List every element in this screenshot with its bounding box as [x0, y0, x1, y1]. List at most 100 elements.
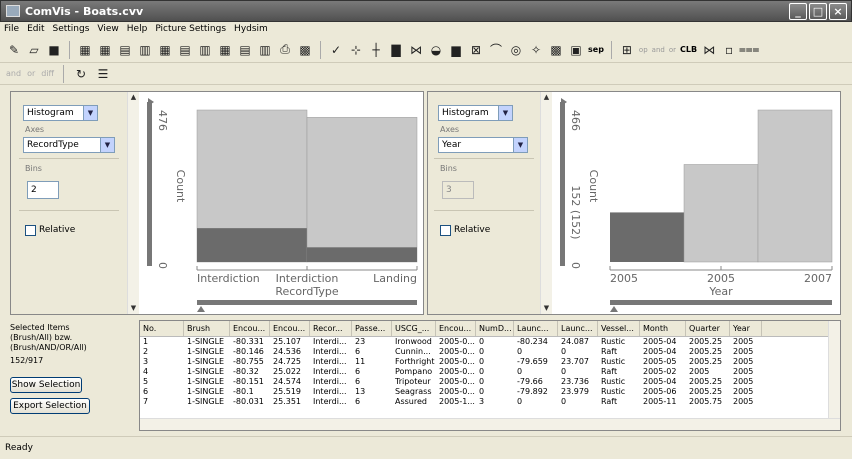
bar-chart-icon[interactable]: ▆: [448, 42, 464, 58]
check-icon[interactable]: ✓: [328, 42, 344, 58]
table-row[interactable]: 3 1-SINGLE -80.755 24.725 Interdi... 11 Forthr…: [140, 357, 840, 367]
diff-op-button[interactable]: diff: [41, 69, 54, 78]
bar-selected: [307, 247, 417, 262]
y-tick-label: 0: [569, 262, 582, 269]
column-header[interactable]: Launc...: [514, 321, 558, 336]
op-button[interactable]: op: [639, 46, 648, 54]
table-row[interactable]: 7 1-SINGLE -80.031 25.351 Interdi... 6 Assured…: [140, 397, 840, 407]
x-axis-label: Year: [708, 285, 733, 298]
axis-icon[interactable]: ┼: [368, 42, 384, 58]
axes-select[interactable]: Year ▼: [438, 137, 528, 153]
column-header[interactable]: Month: [640, 321, 686, 336]
curve-icon[interactable]: ◒: [428, 42, 444, 58]
table-cell: 25.022: [273, 367, 301, 376]
menu-edit[interactable]: Edit: [27, 24, 44, 34]
layout-icon[interactable]: ▩: [297, 42, 313, 58]
list-icon[interactable]: ☰: [95, 66, 111, 82]
column-header[interactable]: Passe...: [352, 321, 392, 336]
histogram-icon[interactable]: ▇: [388, 42, 404, 58]
table-cell: 24.574: [273, 377, 301, 386]
table-horizontal-scrollbar[interactable]: [140, 418, 840, 430]
matrix-icon[interactable]: ▣: [568, 42, 584, 58]
menu-settings[interactable]: Settings: [53, 24, 90, 34]
table-row[interactable]: 4 1-SINGLE -80.32 25.022 Interdi... 6 Pompano 2…: [140, 367, 840, 377]
view-grid-icon[interactable]: ▦: [217, 42, 233, 58]
column-header[interactable]: Year: [730, 321, 762, 336]
and-button[interactable]: and: [652, 46, 665, 54]
view-grid-icon[interactable]: ▦: [97, 42, 113, 58]
line-chart-icon[interactable]: ⌒: [488, 42, 504, 58]
refresh-icon[interactable]: ↻: [73, 66, 89, 82]
view-grid-icon[interactable]: ▥: [137, 42, 153, 58]
chevron-down-icon: ▼: [498, 106, 512, 120]
new-icon[interactable]: ✎: [6, 42, 22, 58]
relative-checkbox[interactable]: [440, 225, 451, 236]
table-cell: 0: [479, 377, 485, 386]
table-row[interactable]: 1 1-SINGLE -80.331 25.107 Interdi... 23 Ironwo…: [140, 337, 840, 347]
right-controls-scrollbar[interactable]: ▲ ▼: [540, 92, 552, 314]
scatter-icon[interactable]: ⊹: [348, 42, 364, 58]
close-button[interactable]: ×: [829, 3, 847, 20]
sep-button[interactable]: sep: [588, 45, 604, 54]
bins-input[interactable]: 3: [442, 181, 474, 199]
minimize-button[interactable]: _: [789, 3, 807, 20]
view-type-select[interactable]: Histogram ▼: [23, 105, 98, 121]
table-vertical-scrollbar[interactable]: [828, 321, 840, 430]
and-op-button[interactable]: and: [6, 69, 21, 78]
merge-icon[interactable]: ⋈: [701, 42, 717, 58]
axes-select[interactable]: RecordType ▼: [23, 137, 115, 153]
maximize-button[interactable]: □: [809, 3, 827, 20]
table-row[interactable]: 5 1-SINGLE -80.151 24.574 Interdi... 6 Tripote…: [140, 377, 840, 387]
column-header[interactable]: Encou...: [230, 321, 270, 336]
view-grid-icon[interactable]: ▤: [177, 42, 193, 58]
column-header[interactable]: NumD...: [476, 321, 514, 336]
export-selection-button[interactable]: Export Selection: [10, 398, 90, 414]
table-row[interactable]: 6 1-SINGLE -80.1 25.519 Interdi... 13 Seagrass…: [140, 387, 840, 397]
view-grid-icon[interactable]: ▦: [77, 42, 93, 58]
table-cell: -80.32: [233, 367, 259, 376]
column-header[interactable]: Brush: [184, 321, 230, 336]
table-cell: 2005.25: [689, 347, 723, 356]
data-table[interactable]: No. Brush Encou... Encou... Recor... Passe...…: [139, 320, 841, 431]
view-grid-icon[interactable]: ▥: [197, 42, 213, 58]
view-type-select[interactable]: Histogram ▼: [438, 105, 513, 121]
clb-button[interactable]: CLB: [680, 45, 697, 54]
star-icon[interactable]: ✧: [528, 42, 544, 58]
heatmap-icon[interactable]: ▩: [548, 42, 564, 58]
column-header[interactable]: Encou...: [270, 321, 310, 336]
right-histogram[interactable]: Count 0 152 (152) 466 2005 2005 2007 Year: [552, 92, 840, 314]
bins-input[interactable]: 2: [27, 181, 59, 199]
parallel-coords-icon[interactable]: ⋈: [408, 42, 424, 58]
filter-icon[interactable]: ⩶: [739, 42, 760, 58]
open-folder-icon[interactable]: ▱: [26, 42, 42, 58]
or-button[interactable]: or: [669, 46, 676, 54]
view-grid-icon[interactable]: ▥: [257, 42, 273, 58]
split-icon[interactable]: ⊞: [619, 42, 635, 58]
menu-file[interactable]: File: [4, 24, 19, 34]
show-selection-button[interactable]: Show Selection: [10, 377, 82, 393]
save-icon[interactable]: ■: [46, 42, 62, 58]
column-header[interactable]: USCG_...: [392, 321, 436, 336]
column-header[interactable]: No.: [140, 321, 184, 336]
column-header[interactable]: Recor...: [310, 321, 352, 336]
column-header[interactable]: Quarter: [686, 321, 730, 336]
target-icon[interactable]: ◎: [508, 42, 524, 58]
left-histogram[interactable]: Count 0 476 Interdiction Interdiction Landing…: [139, 92, 423, 314]
relative-checkbox[interactable]: [25, 225, 36, 236]
map-icon[interactable]: ⊠: [468, 42, 484, 58]
view-grid-icon[interactable]: ▦: [157, 42, 173, 58]
menu-hydsim[interactable]: Hydsim: [234, 24, 268, 34]
menu-view[interactable]: View: [97, 24, 118, 34]
window-icon[interactable]: ▫: [721, 42, 737, 58]
print-icon[interactable]: ⎙: [277, 42, 293, 58]
column-header[interactable]: Vessel...: [598, 321, 640, 336]
table-row[interactable]: 2 1-SINGLE -80.146 24.536 Interdi... 6 Cunnin.…: [140, 347, 840, 357]
column-header[interactable]: Encou...: [436, 321, 476, 336]
menu-picture-settings[interactable]: Picture Settings: [155, 24, 226, 34]
left-controls-scrollbar[interactable]: ▲ ▼: [127, 92, 139, 314]
column-header[interactable]: Launc...: [558, 321, 598, 336]
view-grid-icon[interactable]: ▤: [117, 42, 133, 58]
or-op-button[interactable]: or: [27, 69, 35, 78]
view-grid-icon[interactable]: ▤: [237, 42, 253, 58]
menu-help[interactable]: Help: [127, 24, 148, 34]
